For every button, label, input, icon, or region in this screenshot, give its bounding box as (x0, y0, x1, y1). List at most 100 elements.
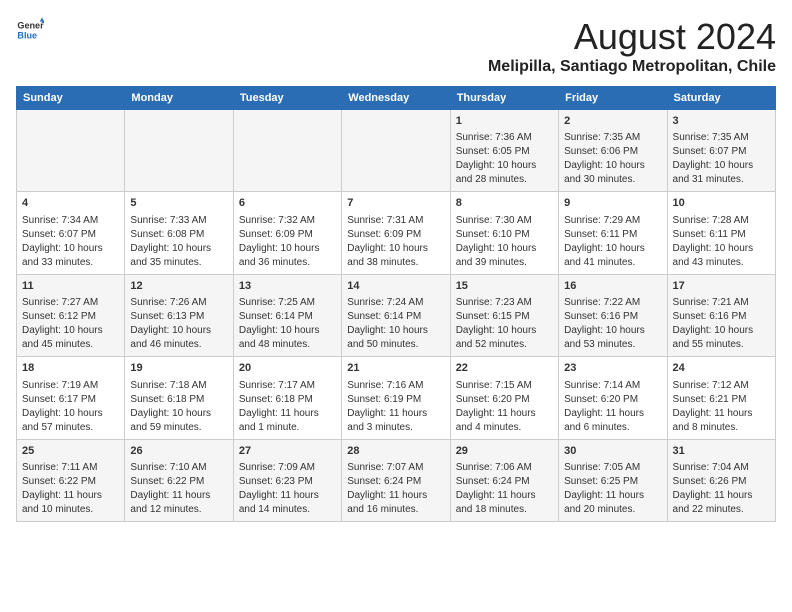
day-number: 20 (239, 361, 336, 376)
calendar-cell: 16Sunrise: 7:22 AM Sunset: 6:16 PM Dayli… (559, 274, 667, 356)
svg-text:Blue: Blue (17, 30, 37, 40)
calendar-cell: 17 Sunrise: 7:21 AM Sunset: 6:16 PM Dayli… (667, 274, 775, 356)
day-info: Sunrise: 7:05 AM Sunset: 6:25 PM Dayligh… (564, 461, 661, 517)
day-number: 15 (456, 279, 553, 294)
day-of-week-header: Wednesday (342, 87, 450, 110)
day-number: 23 (564, 361, 661, 376)
day-number: 16 (564, 279, 661, 294)
calendar-header-row: SundayMondayTuesdayWednesdayThursdayFrid… (17, 87, 776, 110)
logo: General Blue (16, 16, 44, 44)
day-number: 11 (22, 279, 119, 294)
day-info: Sunrise: 7:07 AM Sunset: 6:24 PM Dayligh… (347, 461, 444, 517)
day-of-week-header: Friday (559, 87, 667, 110)
day-number: 19 (130, 361, 227, 376)
calendar-cell: 26Sunrise: 7:10 AM Sunset: 6:22 PM Dayli… (125, 439, 233, 521)
calendar-cell: 12Sunrise: 7:26 AM Sunset: 6:13 PM Dayli… (125, 274, 233, 356)
day-info: Sunrise: 7:10 AM Sunset: 6:22 PM Dayligh… (130, 461, 227, 517)
day-info: Sunrise: 7:17 AM Sunset: 6:18 PM Dayligh… (239, 379, 336, 435)
calendar-cell (233, 110, 341, 192)
day-number: 14 (347, 279, 444, 294)
day-info: Sunrise: 7:04 AM Sunset: 6:26 PM Dayligh… (673, 461, 770, 517)
day-info: Sunrise: 7:21 AM Sunset: 6:16 PM Dayligh… (673, 296, 770, 352)
calendar-cell: 29 Sunrise: 7:06 AM Sunset: 6:24 PM Dayli… (450, 439, 558, 521)
day-info: Sunrise: 7:33 AM Sunset: 6:08 PM Dayligh… (130, 214, 227, 270)
day-number: 1 (456, 114, 553, 129)
day-of-week-header: Tuesday (233, 87, 341, 110)
day-number: 30 (564, 444, 661, 459)
day-number: 5 (130, 196, 227, 211)
day-info: Sunrise: 7:06 AM Sunset: 6:24 PM Dayligh… (456, 461, 553, 517)
calendar-cell: 13 Sunrise: 7:25 AM Sunset: 6:14 PM Dayli… (233, 274, 341, 356)
calendar-cell: 7 Sunrise: 7:31 AM Sunset: 6:09 PM Daylig… (342, 192, 450, 274)
day-info: Sunrise: 7:27 AM Sunset: 6:12 PM Dayligh… (22, 296, 119, 352)
day-info: Sunrise: 7:25 AM Sunset: 6:14 PM Dayligh… (239, 296, 336, 352)
day-info: Sunrise: 7:19 AM Sunset: 6:17 PM Dayligh… (22, 379, 119, 435)
day-number: 9 (564, 196, 661, 211)
calendar-cell: 20 Sunrise: 7:17 AM Sunset: 6:18 PM Dayli… (233, 357, 341, 439)
calendar-cell: 30 Sunrise: 7:05 AM Sunset: 6:25 PM Dayli… (559, 439, 667, 521)
calendar-week-row: 25 Sunrise: 7:11 AM Sunset: 6:22 PM Dayli… (17, 439, 776, 521)
calendar-cell: 4Sunrise: 7:34 AM Sunset: 6:07 PM Daylig… (17, 192, 125, 274)
day-of-week-header: Saturday (667, 87, 775, 110)
day-number: 3 (673, 114, 770, 129)
calendar-cell: 8Sunrise: 7:30 AM Sunset: 6:10 PM Daylig… (450, 192, 558, 274)
day-number: 17 (673, 279, 770, 294)
calendar-cell: 25 Sunrise: 7:11 AM Sunset: 6:22 PM Dayli… (17, 439, 125, 521)
svg-text:General: General (17, 21, 44, 31)
day-info: Sunrise: 7:28 AM Sunset: 6:11 PM Dayligh… (673, 214, 770, 270)
day-number: 24 (673, 361, 770, 376)
day-of-week-header: Monday (125, 87, 233, 110)
calendar-cell: 5 Sunrise: 7:33 AM Sunset: 6:08 PM Daylig… (125, 192, 233, 274)
day-number: 7 (347, 196, 444, 211)
calendar-cell: 6Sunrise: 7:32 AM Sunset: 6:09 PM Daylig… (233, 192, 341, 274)
calendar-week-row: 11 Sunrise: 7:27 AM Sunset: 6:12 PM Dayli… (17, 274, 776, 356)
calendar-body: 1Sunrise: 7:36 AM Sunset: 6:05 PM Daylig… (17, 110, 776, 522)
title-section: August 2024 Melipilla, Santiago Metropol… (488, 16, 776, 76)
calendar-week-row: 1Sunrise: 7:36 AM Sunset: 6:05 PM Daylig… (17, 110, 776, 192)
calendar-cell: 22Sunrise: 7:15 AM Sunset: 6:20 PM Dayli… (450, 357, 558, 439)
calendar-cell: 28Sunrise: 7:07 AM Sunset: 6:24 PM Dayli… (342, 439, 450, 521)
main-title: August 2024 (488, 16, 776, 58)
day-info: Sunrise: 7:11 AM Sunset: 6:22 PM Dayligh… (22, 461, 119, 517)
day-number: 2 (564, 114, 661, 129)
page-header: General Blue August 2024 Melipilla, Sant… (16, 16, 776, 76)
day-info: Sunrise: 7:34 AM Sunset: 6:07 PM Dayligh… (22, 214, 119, 270)
calendar-week-row: 4Sunrise: 7:34 AM Sunset: 6:07 PM Daylig… (17, 192, 776, 274)
calendar-table: SundayMondayTuesdayWednesdayThursdayFrid… (16, 86, 776, 522)
day-info: Sunrise: 7:24 AM Sunset: 6:14 PM Dayligh… (347, 296, 444, 352)
day-number: 25 (22, 444, 119, 459)
calendar-cell (17, 110, 125, 192)
day-number: 18 (22, 361, 119, 376)
day-number: 10 (673, 196, 770, 211)
calendar-cell: 10 Sunrise: 7:28 AM Sunset: 6:11 PM Dayli… (667, 192, 775, 274)
day-info: Sunrise: 7:12 AM Sunset: 6:21 PM Dayligh… (673, 379, 770, 435)
logo-icon: General Blue (16, 16, 44, 44)
calendar-cell: 19 Sunrise: 7:18 AM Sunset: 6:18 PM Dayli… (125, 357, 233, 439)
day-number: 22 (456, 361, 553, 376)
day-info: Sunrise: 7:09 AM Sunset: 6:23 PM Dayligh… (239, 461, 336, 517)
day-info: Sunrise: 7:18 AM Sunset: 6:18 PM Dayligh… (130, 379, 227, 435)
day-info: Sunrise: 7:32 AM Sunset: 6:09 PM Dayligh… (239, 214, 336, 270)
day-number: 21 (347, 361, 444, 376)
day-number: 12 (130, 279, 227, 294)
day-number: 31 (673, 444, 770, 459)
day-number: 29 (456, 444, 553, 459)
calendar-cell: 27 Sunrise: 7:09 AM Sunset: 6:23 PM Dayli… (233, 439, 341, 521)
day-info: Sunrise: 7:14 AM Sunset: 6:20 PM Dayligh… (564, 379, 661, 435)
calendar-week-row: 18 Sunrise: 7:19 AM Sunset: 6:17 PM Dayli… (17, 357, 776, 439)
day-of-week-header: Sunday (17, 87, 125, 110)
calendar-cell: 11 Sunrise: 7:27 AM Sunset: 6:12 PM Dayli… (17, 274, 125, 356)
calendar-cell: 21 Sunrise: 7:16 AM Sunset: 6:19 PM Dayli… (342, 357, 450, 439)
day-info: Sunrise: 7:16 AM Sunset: 6:19 PM Dayligh… (347, 379, 444, 435)
calendar-cell: 2Sunrise: 7:35 AM Sunset: 6:06 PM Daylig… (559, 110, 667, 192)
calendar-cell (342, 110, 450, 192)
day-info: Sunrise: 7:30 AM Sunset: 6:10 PM Dayligh… (456, 214, 553, 270)
day-of-week-header: Thursday (450, 87, 558, 110)
day-number: 13 (239, 279, 336, 294)
calendar-cell: 18 Sunrise: 7:19 AM Sunset: 6:17 PM Dayli… (17, 357, 125, 439)
day-number: 27 (239, 444, 336, 459)
calendar-cell: 23 Sunrise: 7:14 AM Sunset: 6:20 PM Dayli… (559, 357, 667, 439)
day-info: Sunrise: 7:31 AM Sunset: 6:09 PM Dayligh… (347, 214, 444, 270)
calendar-cell: 24 Sunrise: 7:12 AM Sunset: 6:21 PM Dayli… (667, 357, 775, 439)
calendar-cell: 9Sunrise: 7:29 AM Sunset: 6:11 PM Daylig… (559, 192, 667, 274)
